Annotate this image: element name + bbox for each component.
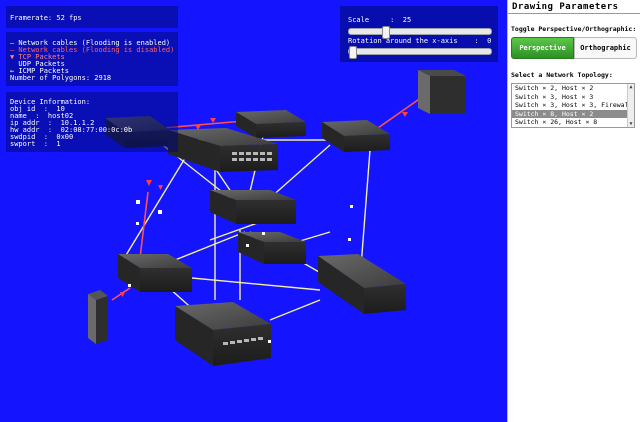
title-divider bbox=[508, 13, 640, 14]
drawing-parameters-sidebar: Drawing Parameters Toggle Perspective/Or… bbox=[507, 0, 640, 422]
framerate-text: Framerate: 52 fps bbox=[10, 14, 82, 22]
device-swport: swport : 1 bbox=[10, 140, 61, 148]
topology-option[interactable]: Switch × 8, Host × 2 bbox=[512, 109, 634, 119]
host-top-right[interactable] bbox=[418, 70, 466, 114]
switch-bottom-right[interactable] bbox=[318, 254, 406, 314]
switch-top-right[interactable] bbox=[322, 120, 390, 152]
sidebar-title: Drawing Parameters bbox=[512, 2, 619, 12]
legend-panel: — Network cables (Flooding is enabled) —… bbox=[6, 32, 178, 86]
switch-top-back[interactable] bbox=[236, 110, 306, 138]
switch-bottom-front[interactable] bbox=[175, 302, 271, 366]
3d-viewport[interactable]: Framerate: 52 fps — Network cables (Floo… bbox=[0, 0, 507, 422]
topology-option[interactable]: Switch × 3, Host × 3, Firewall × 1 bbox=[512, 101, 634, 110]
toggle-projection-label: Toggle Perspective/Orthographic: bbox=[511, 25, 637, 33]
switch-center-lower[interactable] bbox=[238, 232, 306, 264]
cable bbox=[119, 149, 191, 266]
scale-slider[interactable] bbox=[348, 26, 492, 39]
orthographic-button[interactable]: Orthographic bbox=[574, 37, 637, 59]
switch-center-upper[interactable] bbox=[210, 190, 296, 224]
rotation-slider-thumb[interactable] bbox=[348, 46, 357, 59]
topology-option[interactable]: Switch × 2, Host × 2 bbox=[512, 84, 634, 93]
view-parameters-panel: Scale : 25 Rotation around the x-axis : … bbox=[340, 6, 498, 62]
topology-option[interactable]: Switch × 3, Host × 3 bbox=[512, 93, 634, 102]
rotation-slider[interactable] bbox=[348, 46, 492, 59]
rotation-label: Rotation around the x-axis : 0 bbox=[348, 37, 492, 45]
scroll-down-icon[interactable]: ▼ bbox=[628, 121, 634, 127]
topology-list-scrollbar[interactable]: ▲ ▼ bbox=[627, 84, 634, 127]
perspective-button[interactable]: Perspective bbox=[511, 37, 574, 59]
cable bbox=[269, 299, 321, 321]
polygon-count: Number of Polygons: 2918 bbox=[10, 74, 112, 82]
host-bottom-left[interactable] bbox=[88, 290, 108, 344]
topology-select-label: Select a Network Topology: bbox=[511, 71, 613, 79]
scale-label: Scale : 25 bbox=[348, 16, 412, 24]
framerate-panel: Framerate: 52 fps bbox=[6, 6, 178, 28]
scroll-up-icon[interactable]: ▲ bbox=[628, 84, 634, 90]
topology-listbox[interactable]: Switch × 2, Host × 2 Switch × 3, Host × … bbox=[511, 83, 635, 128]
device-info-panel: Device Information: obj id : 10 name : h… bbox=[6, 92, 178, 152]
topology-option[interactable]: Switch × 26, Host × 8 bbox=[512, 118, 634, 127]
